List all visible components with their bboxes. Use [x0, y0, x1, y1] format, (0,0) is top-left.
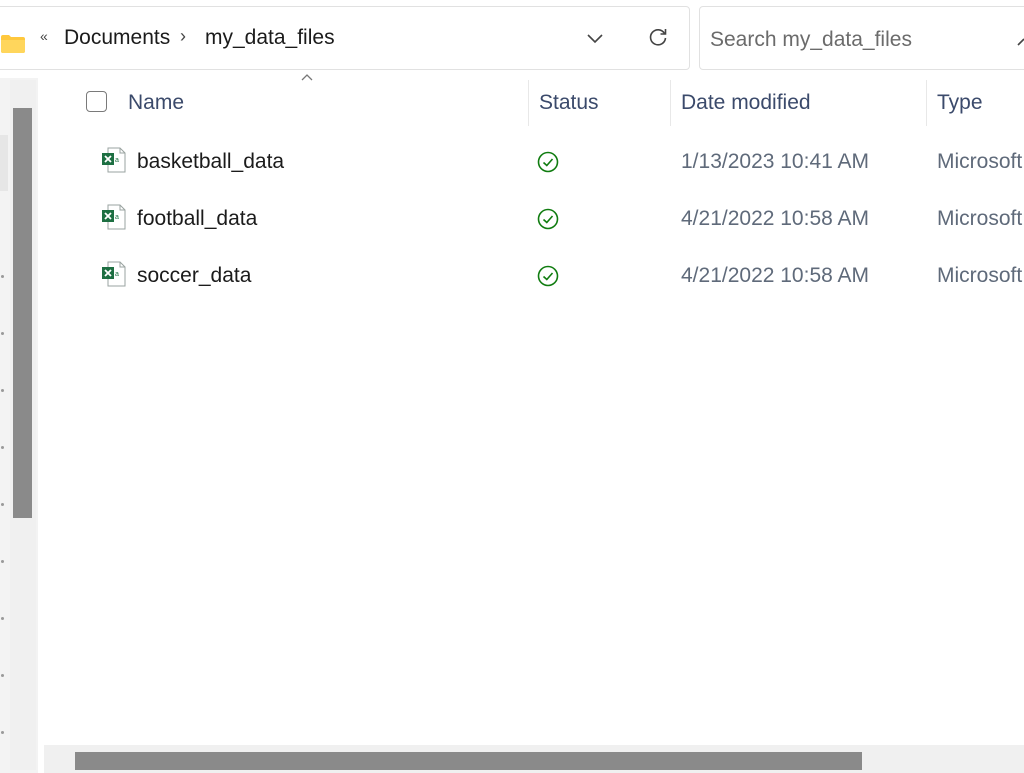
excel-file-icon: a [102, 204, 126, 230]
column-header-status-label: Status [539, 91, 599, 114]
file-name-cell: a basketball_data [102, 134, 284, 190]
file-type: Microsoft Excel Worksheet [937, 264, 1024, 287]
nav-item-marker [1, 503, 4, 506]
navigation-bar: « Documents › my_data_files [0, 0, 1024, 78]
file-date-modified: 1/13/2023 10:41 AM [681, 150, 869, 173]
breadcrumb-my-data-files[interactable]: my_data_files [205, 26, 335, 50]
file-row-soccer-data[interactable]: a soccer_data 4/21/2022 10:58 AM Microso… [44, 248, 1024, 304]
file-type: Microsoft Excel Worksheet [937, 150, 1024, 173]
svg-text:a: a [115, 157, 119, 164]
file-row-basketball-data[interactable]: a basketball_data 1/13/2023 10:41 AM Mic… [44, 134, 1024, 190]
file-name-cell: a football_data [102, 191, 257, 247]
nav-item-marker [1, 275, 4, 278]
sync-status-ok-icon [537, 208, 559, 230]
file-date-modified: 4/21/2022 10:58 AM [681, 264, 869, 287]
sync-status-ok-icon [537, 151, 559, 173]
navigation-pane-selected-item[interactable] [0, 135, 8, 191]
folder-icon [1, 35, 25, 53]
breadcrumb-documents[interactable]: Documents [64, 26, 170, 50]
nav-item-marker [1, 560, 4, 563]
excel-file-icon: a [102, 261, 126, 287]
select-all-checkbox[interactable] [86, 91, 107, 112]
excel-file-icon: a [102, 147, 126, 173]
column-divider[interactable] [528, 80, 529, 126]
file-type: Microsoft Excel Worksheet [937, 207, 1024, 230]
svg-text:a: a [115, 271, 119, 278]
search-input[interactable] [710, 25, 1020, 55]
nav-item-marker [1, 731, 4, 734]
file-row-football-data[interactable]: a football_data 4/21/2022 10:58 AM Micro… [44, 191, 1024, 247]
column-header-name[interactable]: Name [128, 78, 526, 128]
refresh-icon[interactable] [646, 25, 670, 49]
file-name[interactable]: soccer_data [137, 264, 251, 288]
file-name[interactable]: basketball_data [137, 150, 284, 174]
search-icon[interactable] [1016, 33, 1024, 47]
column-header-type-label: Type [937, 91, 983, 114]
column-header-date-modified-label: Date modified [681, 91, 811, 114]
file-name-cell: a soccer_data [102, 248, 251, 304]
nav-item-marker [1, 674, 4, 677]
nav-item-marker [1, 389, 4, 392]
svg-text:a: a [115, 214, 119, 221]
file-date-modified: 4/21/2022 10:58 AM [681, 207, 869, 230]
column-divider[interactable] [926, 80, 927, 126]
column-header-name-label: Name [128, 91, 185, 114]
column-header-status[interactable]: Status [539, 78, 669, 128]
horizontal-scrollbar-thumb[interactable] [75, 752, 862, 770]
breadcrumb-overflow-button[interactable]: « [40, 28, 48, 44]
search-box[interactable] [699, 6, 1024, 70]
nav-item-marker [1, 332, 4, 335]
column-header-type[interactable]: Type [937, 78, 1024, 128]
column-divider[interactable] [670, 80, 671, 126]
navigation-pane-scrollbar-thumb[interactable] [13, 108, 32, 518]
chevron-down-icon[interactable] [583, 26, 607, 50]
nav-item-marker [1, 446, 4, 449]
file-name[interactable]: football_data [137, 207, 257, 231]
column-header-date-modified[interactable]: Date modified [681, 78, 925, 128]
nav-item-marker [1, 617, 4, 620]
sync-status-ok-icon [537, 265, 559, 287]
breadcrumb-separator[interactable]: › [180, 26, 186, 47]
